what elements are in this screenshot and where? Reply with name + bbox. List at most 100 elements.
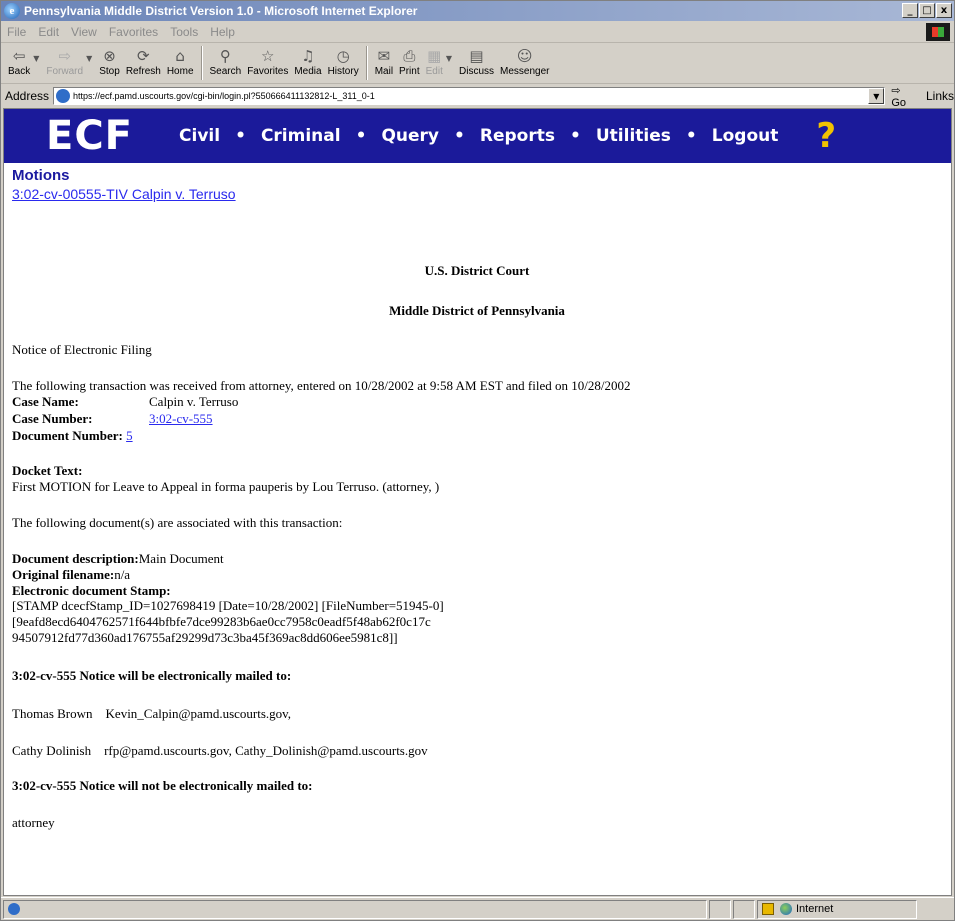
back-button[interactable]: ⇦ Back bbox=[5, 44, 33, 82]
favorites-button[interactable]: ☆ Favorites bbox=[244, 44, 291, 82]
menu-edit[interactable]: Edit bbox=[38, 25, 59, 39]
windows-logo-icon bbox=[926, 23, 950, 41]
edit-dropdown-icon[interactable]: ▼ bbox=[446, 54, 452, 63]
page-content: Motions 3:02-cv-00555-TIV Calpin v. Terr… bbox=[12, 167, 942, 830]
maximize-button[interactable]: □ bbox=[919, 3, 935, 18]
recipient-emails: rfp@pamd.uscourts.gov, Cathy_Dolinish@pa… bbox=[104, 743, 428, 758]
nav-criminal[interactable]: Criminal bbox=[261, 126, 341, 146]
home-icon: ⌂ bbox=[175, 47, 185, 65]
original-filename-row: Original filename:n/a bbox=[12, 567, 130, 583]
history-button[interactable]: ◷ History bbox=[325, 44, 362, 82]
menu-help[interactable]: Help bbox=[210, 25, 235, 39]
case-number-label: Case Number: bbox=[12, 411, 93, 426]
document-number-row: Document Number: 5 bbox=[12, 428, 133, 444]
menu-view[interactable]: View bbox=[71, 25, 97, 39]
forward-dropdown-icon[interactable]: ▼ bbox=[86, 54, 92, 63]
forward-button[interactable]: ⇨ Forward bbox=[43, 44, 86, 82]
edit-button[interactable]: ▦ Edit bbox=[423, 44, 446, 82]
stop-label: Stop bbox=[99, 66, 120, 77]
help-icon[interactable]: ? bbox=[816, 119, 846, 153]
menu-favorites[interactable]: Favorites bbox=[109, 25, 158, 39]
menu-file[interactable]: File bbox=[7, 25, 26, 39]
browser-window: e Pennsylvania Middle District Version 1… bbox=[0, 0, 955, 921]
menu-bar: File Edit View Favorites Tools Help bbox=[1, 21, 954, 43]
stop-button[interactable]: ⊗ Stop bbox=[96, 44, 123, 82]
nav-separator: • bbox=[570, 126, 581, 146]
title-bar: e Pennsylvania Middle District Version 1… bbox=[1, 1, 954, 21]
nav-utilities[interactable]: Utilities bbox=[596, 126, 671, 146]
history-label: History bbox=[327, 66, 359, 77]
original-filename-value: n/a bbox=[114, 567, 131, 582]
nav-logout[interactable]: Logout bbox=[712, 126, 779, 146]
media-label: Media bbox=[294, 66, 322, 77]
window-title: Pennsylvania Middle District Version 1.0… bbox=[24, 4, 418, 18]
section-title: Motions bbox=[12, 167, 70, 184]
search-button[interactable]: ⚲ Search bbox=[207, 44, 245, 82]
messenger-button[interactable]: ☺ Messenger bbox=[497, 44, 552, 82]
refresh-icon: ⟳ bbox=[137, 47, 150, 65]
toolbar-separator bbox=[365, 46, 368, 80]
recipient-row: Thomas Brown Kevin_Calpin@pamd.uscourts.… bbox=[12, 706, 291, 722]
links-button[interactable]: Links bbox=[926, 89, 954, 103]
nav-query[interactable]: Query bbox=[381, 126, 439, 146]
docket-text: First MOTION for Leave to Appeal in form… bbox=[12, 479, 440, 494]
edit-icon: ▦ bbox=[427, 47, 442, 65]
mail-label: Mail bbox=[374, 66, 394, 77]
media-icon: ♫ bbox=[301, 47, 315, 65]
discuss-label: Discuss bbox=[459, 66, 495, 77]
case-number-row: Case Number: 3:02-cv-555 bbox=[12, 411, 412, 427]
address-dropdown-icon[interactable]: ▼ bbox=[868, 88, 885, 104]
refresh-button[interactable]: ⟳ Refresh bbox=[123, 44, 164, 82]
favorites-label: Favorites bbox=[247, 66, 289, 77]
forward-label: Forward bbox=[46, 66, 84, 77]
internet-explorer-icon: e bbox=[4, 3, 20, 19]
window-controls: _ □ x bbox=[902, 3, 952, 18]
nav-separator: • bbox=[355, 126, 367, 146]
menu-tools[interactable]: Tools bbox=[170, 25, 198, 39]
minimize-button[interactable]: _ bbox=[902, 3, 918, 18]
lock-icon bbox=[762, 903, 774, 915]
mail-button[interactable]: ✉ Mail bbox=[372, 44, 396, 82]
security-zone-pane: Internet bbox=[757, 899, 917, 919]
back-dropdown-icon[interactable]: ▼ bbox=[33, 54, 39, 63]
print-label: Print bbox=[399, 66, 420, 77]
district-name: Middle District of Pennsylvania bbox=[389, 303, 565, 318]
go-label: Go bbox=[891, 96, 907, 109]
nav-civil[interactable]: Civil bbox=[179, 126, 220, 146]
home-button[interactable]: ⌂ Home bbox=[164, 44, 197, 82]
discuss-button[interactable]: ▤ Discuss bbox=[456, 44, 497, 82]
toolbar-separator bbox=[200, 46, 203, 80]
go-button[interactable]: ⇨ Go bbox=[891, 84, 918, 109]
print-button[interactable]: ⎙ Print bbox=[396, 44, 423, 82]
address-bar: Address https://ecf.pamd.uscourts.gov/cg… bbox=[1, 84, 954, 109]
nav-reports[interactable]: Reports bbox=[480, 126, 555, 146]
transaction-text: The following transaction was received f… bbox=[12, 378, 631, 393]
recipient-row: Cathy Dolinish rfp@pamd.uscourts.gov, Ca… bbox=[12, 743, 428, 759]
back-label: Back bbox=[8, 66, 31, 77]
mailed-heading: 3:02-cv-555 Notice will be electronicall… bbox=[12, 668, 292, 683]
recipient-emails: Kevin_Calpin@pamd.uscourts.gov, bbox=[105, 706, 292, 721]
search-icon: ⚲ bbox=[219, 47, 231, 65]
case-number-link[interactable]: 3:02-cv-555 bbox=[149, 411, 213, 427]
zone-label: Internet bbox=[796, 903, 834, 915]
refresh-label: Refresh bbox=[125, 66, 161, 77]
media-button[interactable]: ♫ Media bbox=[291, 44, 324, 82]
docket-text-label: Docket Text: bbox=[12, 463, 83, 478]
print-icon: ⎙ bbox=[403, 47, 416, 65]
status-bar: Internet bbox=[1, 897, 954, 920]
doc-description-value: Main Document bbox=[138, 551, 224, 566]
messenger-icon: ☺ bbox=[516, 47, 533, 65]
standard-toolbar: ⇦ Back ▼ ⇨ Forward ▼ ⊗ Stop ⟳ Refresh ⌂ … bbox=[1, 44, 954, 84]
close-button[interactable]: x bbox=[936, 3, 952, 18]
page-viewport: ECF Civil • Criminal • Query • Reports •… bbox=[3, 108, 952, 896]
case-link[interactable]: 3:02-cv-00555-TIV Calpin v. Terruso bbox=[12, 186, 236, 202]
status-pane bbox=[733, 899, 755, 919]
internet-zone-icon bbox=[780, 903, 792, 915]
case-name-label: Case Name: bbox=[12, 394, 79, 409]
document-number-link[interactable]: 5 bbox=[126, 428, 133, 443]
ecf-logo[interactable]: ECF bbox=[46, 116, 133, 156]
address-input[interactable]: https://ecf.pamd.uscourts.gov/cgi-bin/lo… bbox=[53, 87, 886, 105]
address-label: Address bbox=[5, 89, 50, 103]
court-name: U.S. District Court bbox=[424, 263, 530, 278]
home-label: Home bbox=[166, 66, 194, 77]
